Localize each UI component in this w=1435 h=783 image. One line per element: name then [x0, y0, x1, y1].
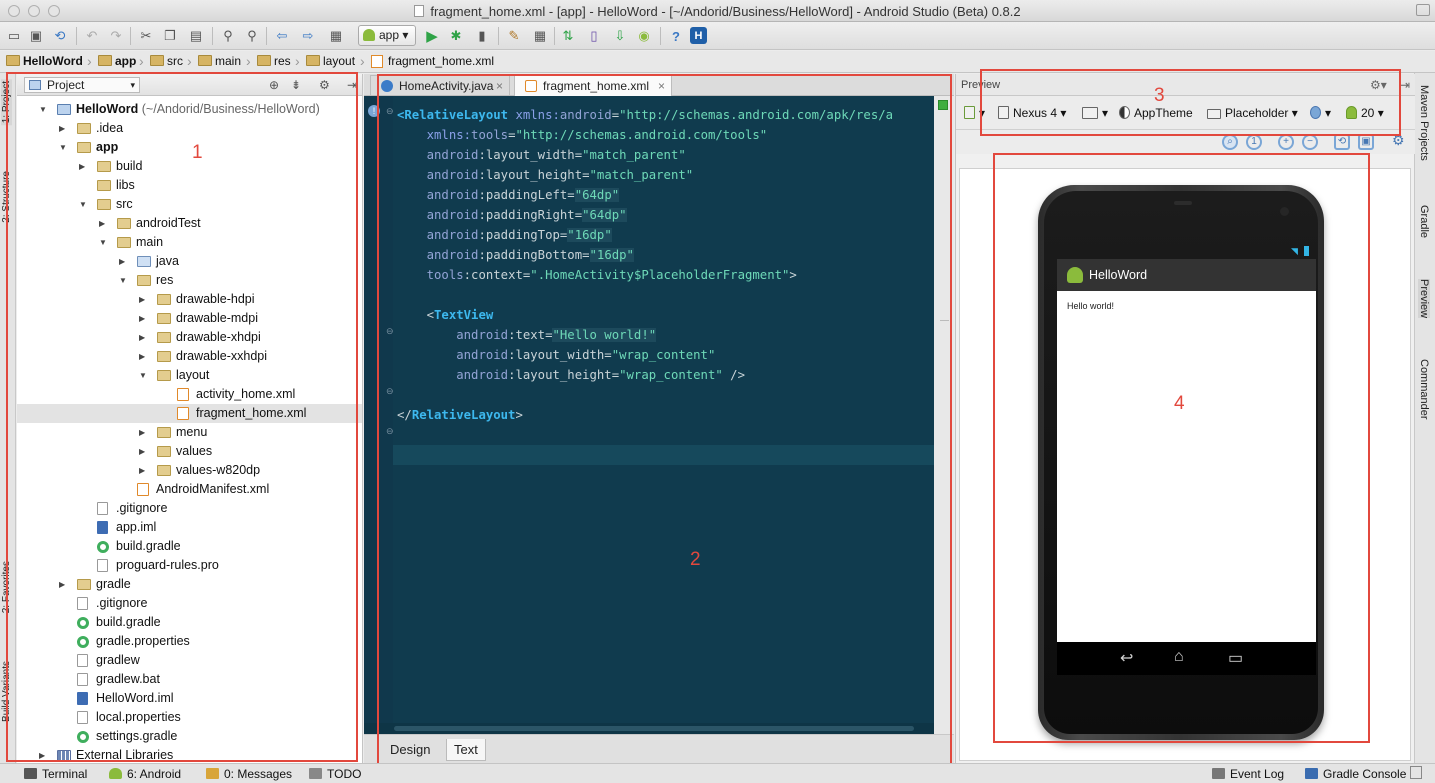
event-log-tool-button[interactable]: Event Log — [1212, 767, 1284, 781]
back-icon[interactable]: ⇦ — [272, 26, 292, 46]
commander-tool-tab[interactable]: Commander — [1418, 359, 1430, 420]
todo-tool-button[interactable]: TODO — [309, 767, 361, 781]
hierarchy-viewer-icon[interactable]: H — [690, 27, 707, 44]
copy-icon[interactable]: ❐ — [160, 26, 180, 46]
hide-panel-icon[interactable]: ⇥ — [1400, 74, 1410, 96]
messages-tool-button[interactable]: 0: Messages — [206, 767, 292, 781]
terminal-tool-button[interactable]: Terminal — [24, 767, 87, 781]
gradle-tool-tab[interactable]: Gradle — [1418, 205, 1430, 238]
find-icon[interactable]: ⚲ — [218, 26, 238, 46]
folder-icon — [150, 55, 164, 66]
undo-icon[interactable]: ↶ — [82, 26, 102, 46]
annotation-label-2: 2 — [690, 549, 701, 570]
avd-manager-icon[interactable]: ▯ — [584, 26, 604, 46]
toolbar-separator — [498, 27, 499, 45]
open-icon[interactable]: ▭ — [4, 26, 24, 46]
annotation-box-4 — [993, 153, 1370, 743]
settings-icon[interactable]: ✎ — [504, 26, 524, 46]
title-bar: fragment_home.xml - [app] - HelloWord - … — [0, 0, 1435, 22]
breadcrumb-separator: › — [295, 53, 300, 69]
main-toolbar: ▭ ▣ ⟲ ↶ ↷ ✂ ❐ ▤ ⚲ ⚲ ⇦ ⇨ ▦ app ▾ ▶ ✱ ▮ ✎ … — [0, 22, 1435, 50]
gradle-sync-icon[interactable]: ⇅ — [558, 26, 578, 46]
terminal-icon — [24, 768, 37, 779]
replace-icon[interactable]: ⚲ — [242, 26, 262, 46]
notifications-icon[interactable] — [1410, 766, 1422, 779]
android-icon — [363, 29, 375, 41]
event-log-icon — [1212, 768, 1225, 779]
android-tool-button[interactable]: 6: Android — [109, 767, 181, 781]
sync-icon[interactable]: ⟲ — [50, 26, 70, 46]
run-icon[interactable]: ▶ — [422, 26, 442, 46]
toolbar-separator — [130, 27, 131, 45]
project-structure-icon[interactable]: ▦ — [530, 26, 550, 46]
zoom-in-icon[interactable]: + — [1278, 134, 1294, 150]
gradle-console-tool-button[interactable]: Gradle Console — [1305, 767, 1406, 781]
breadcrumb-item[interactable]: src — [148, 54, 183, 70]
debug-icon[interactable]: ✱ — [446, 26, 466, 46]
zoom-to-fit-icon[interactable]: ⌕ — [1222, 134, 1238, 150]
android-icon — [109, 768, 122, 779]
maven-projects-tool-tab[interactable]: Maven Projects — [1418, 85, 1430, 161]
folder-icon — [306, 55, 320, 66]
breadcrumb-separator: › — [246, 53, 251, 69]
xml-file-icon — [371, 55, 383, 68]
breadcrumb-separator: › — [139, 53, 144, 69]
folder-icon — [6, 55, 20, 66]
annotation-label-3: 3 — [1154, 85, 1165, 106]
folder-icon — [98, 55, 112, 66]
forward-icon[interactable]: ⇨ — [298, 26, 318, 46]
preview-tool-tab[interactable]: Preview — [1418, 279, 1430, 319]
annotation-box-2 — [377, 74, 952, 768]
breadcrumb-separator: › — [87, 53, 92, 69]
document-icon — [414, 5, 425, 17]
gradle-console-icon — [1305, 768, 1318, 779]
cut-icon[interactable]: ✂ — [136, 26, 156, 46]
breadcrumb-item[interactable]: fragment_home.xml — [369, 54, 494, 70]
sdk-manager-icon[interactable]: ⇩ — [610, 26, 630, 46]
annotation-label-1: 1 — [192, 142, 203, 163]
build-icon[interactable]: ▦ — [326, 26, 346, 46]
annotation-box-3 — [980, 69, 1401, 136]
redo-icon[interactable]: ↷ — [106, 26, 126, 46]
toolbar-separator — [660, 27, 661, 45]
toolbar-separator — [266, 27, 267, 45]
right-tool-strip: Maven Projects Gradle Preview Commander — [1414, 73, 1435, 763]
save-icon[interactable]: ▣ — [26, 26, 46, 46]
bottom-tool-bar: Terminal 6: Android 0: Messages TODO Eve… — [0, 763, 1435, 783]
zoom-actual-icon[interactable]: 1 — [1246, 134, 1262, 150]
toolbar-separator — [212, 27, 213, 45]
screenshot-icon[interactable]: ▣ — [1358, 134, 1374, 150]
window-title: fragment_home.xml - [app] - HelloWord - … — [430, 4, 1021, 19]
annotation-label-4: 4 — [1174, 393, 1185, 414]
todo-icon — [309, 768, 322, 779]
folder-icon — [198, 55, 212, 66]
toolbar-separator — [554, 27, 555, 45]
refresh-icon[interactable]: ⟲ — [1334, 134, 1350, 150]
annotation-box-1 — [6, 72, 358, 762]
zoom-out-icon[interactable]: − — [1302, 134, 1318, 150]
toolbar-separator — [76, 27, 77, 45]
paste-icon[interactable]: ▤ — [186, 26, 206, 46]
attach-debugger-icon[interactable]: ▮ — [472, 26, 492, 46]
breadcrumb-item[interactable]: HelloWord — [4, 54, 83, 70]
breadcrumb-item[interactable]: app — [96, 54, 136, 70]
breadcrumb-item[interactable]: layout — [304, 54, 355, 70]
fullscreen-icon[interactable] — [1416, 4, 1430, 16]
help-icon[interactable]: ? — [666, 26, 686, 46]
run-config-label: app — [379, 28, 400, 42]
run-config-select[interactable]: app ▾ — [358, 25, 416, 46]
breadcrumb-item[interactable]: main — [196, 54, 241, 70]
folder-icon — [257, 55, 271, 66]
breadcrumb-separator: › — [360, 53, 365, 69]
messages-icon — [206, 768, 219, 779]
breadcrumb-item[interactable]: res — [255, 54, 291, 70]
breadcrumb-separator: › — [187, 53, 192, 69]
android-device-monitor-icon[interactable]: ◉ — [634, 26, 654, 46]
